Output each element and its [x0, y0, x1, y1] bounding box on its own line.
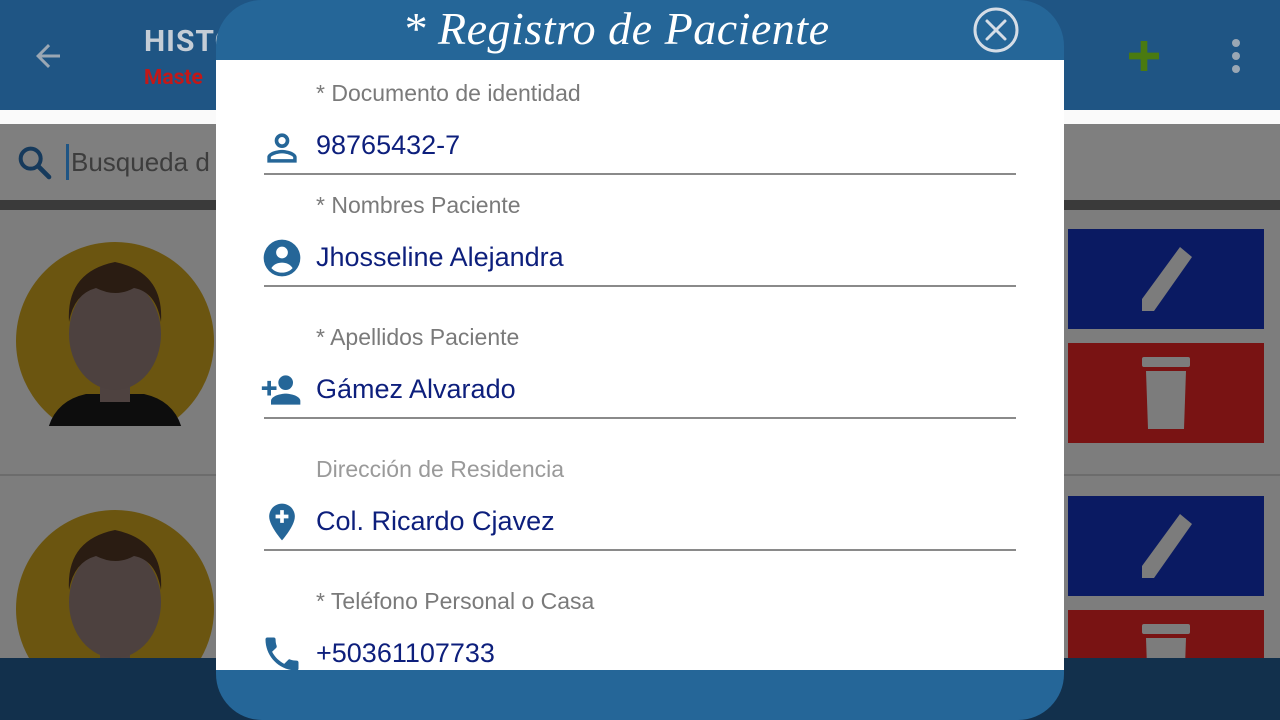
search-icon: [18, 146, 52, 180]
dialog-body: * Documento de identidad 98765432-7 * No…: [216, 60, 1064, 670]
close-circle-icon[interactable]: [972, 6, 1020, 54]
surnames-field[interactable]: Gámez Alvarado: [316, 374, 516, 405]
phone-icon: [265, 637, 299, 670]
phone-field[interactable]: +50361107733: [316, 638, 495, 669]
person-add-icon: [261, 375, 301, 405]
account-circle-icon: [263, 239, 301, 277]
address-underline: [264, 549, 1016, 551]
plus-icon[interactable]: [1124, 36, 1164, 76]
patient-registration-dialog: * Registro de Paciente * Documento de id…: [216, 0, 1064, 720]
names-label: * Nombres Paciente: [316, 192, 521, 218]
document-underline: [264, 173, 1016, 175]
user-avatar-icon: [16, 510, 214, 658]
address-label: Dirección de Residencia: [316, 456, 565, 482]
edit-button[interactable]: [1068, 496, 1264, 596]
dialog-title: * Registro de Paciente: [402, 3, 830, 54]
trash-icon: [1142, 357, 1190, 429]
surnames-label: * Apellidos Paciente: [316, 324, 520, 350]
dialog-header: * Registro de Paciente: [216, 0, 1064, 60]
document-label: * Documento de identidad: [316, 80, 581, 106]
delete-button[interactable]: [1068, 343, 1264, 443]
pencil-icon: [1142, 247, 1192, 311]
dialog-footer: [216, 670, 1064, 720]
surnames-underline: [264, 417, 1016, 419]
add-location-icon: [269, 503, 295, 541]
pencil-icon: [1142, 514, 1192, 578]
app-subtitle: Maste: [144, 66, 203, 90]
user-avatar-icon: [16, 242, 214, 426]
names-underline: [264, 285, 1016, 287]
delete-button[interactable]: [1068, 610, 1264, 658]
edit-button[interactable]: [1068, 229, 1264, 329]
person-outline-icon: [267, 133, 297, 163]
address-field[interactable]: Col. Ricardo Cjavez: [316, 506, 555, 537]
arrow-left-icon[interactable]: [30, 38, 66, 74]
trash-icon: [1142, 624, 1190, 658]
phone-label: * Teléfono Personal o Casa: [316, 588, 595, 614]
more-vert-icon[interactable]: [1226, 38, 1246, 74]
names-field[interactable]: Jhosseline Alejandra: [316, 242, 564, 273]
document-field[interactable]: 98765432-7: [316, 130, 460, 161]
